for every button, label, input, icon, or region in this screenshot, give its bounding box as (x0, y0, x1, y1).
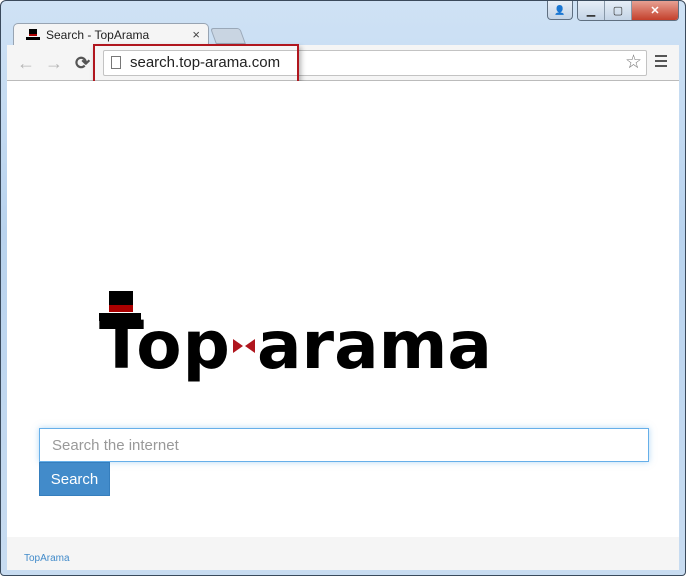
browser-window: 👤 ▁ ▢ ✕ Search - TopArama × ← → ⟳ search… (0, 0, 686, 576)
hamburger-menu-icon[interactable] (655, 55, 667, 70)
toparama-logo: Top arama (99, 289, 492, 385)
tab-title: Search - TopArama (46, 27, 150, 42)
tab-search[interactable]: Search - TopArama × (13, 23, 209, 45)
reload-icon[interactable]: ⟳ (75, 53, 90, 74)
bookmark-star-icon[interactable]: ☆ (625, 51, 642, 74)
minimize-icon: ▁ (586, 5, 596, 17)
hat-icon (109, 291, 133, 305)
profile-button[interactable]: 👤 (547, 1, 573, 20)
logo-word-arama: arama (257, 307, 492, 384)
search-box (39, 428, 649, 462)
new-tab-button[interactable] (210, 28, 246, 44)
forward-arrow-icon[interactable]: → (45, 53, 63, 74)
close-icon: ✕ (650, 5, 660, 17)
minimize-button[interactable]: ▁ (578, 1, 605, 20)
window-controls: 👤 ▁ ▢ ✕ (547, 1, 679, 21)
close-window-button[interactable]: ✕ (632, 1, 678, 20)
page-content: Top arama Search TopArama (7, 81, 679, 570)
top-hat-favicon-icon (26, 28, 40, 41)
maximize-button[interactable]: ▢ (605, 1, 632, 20)
back-arrow-icon[interactable]: ← (17, 53, 35, 74)
search-input[interactable] (40, 429, 648, 461)
maximize-icon: ▢ (612, 5, 624, 17)
search-button[interactable]: Search (39, 462, 110, 496)
user-icon: 👤 (554, 4, 566, 15)
logo-word-top: Top (99, 307, 231, 384)
address-highlight-box (93, 44, 299, 84)
tab-close-icon[interactable]: × (192, 27, 200, 42)
footer: TopArama (7, 537, 679, 570)
footer-link-toparama[interactable]: TopArama (24, 553, 70, 564)
